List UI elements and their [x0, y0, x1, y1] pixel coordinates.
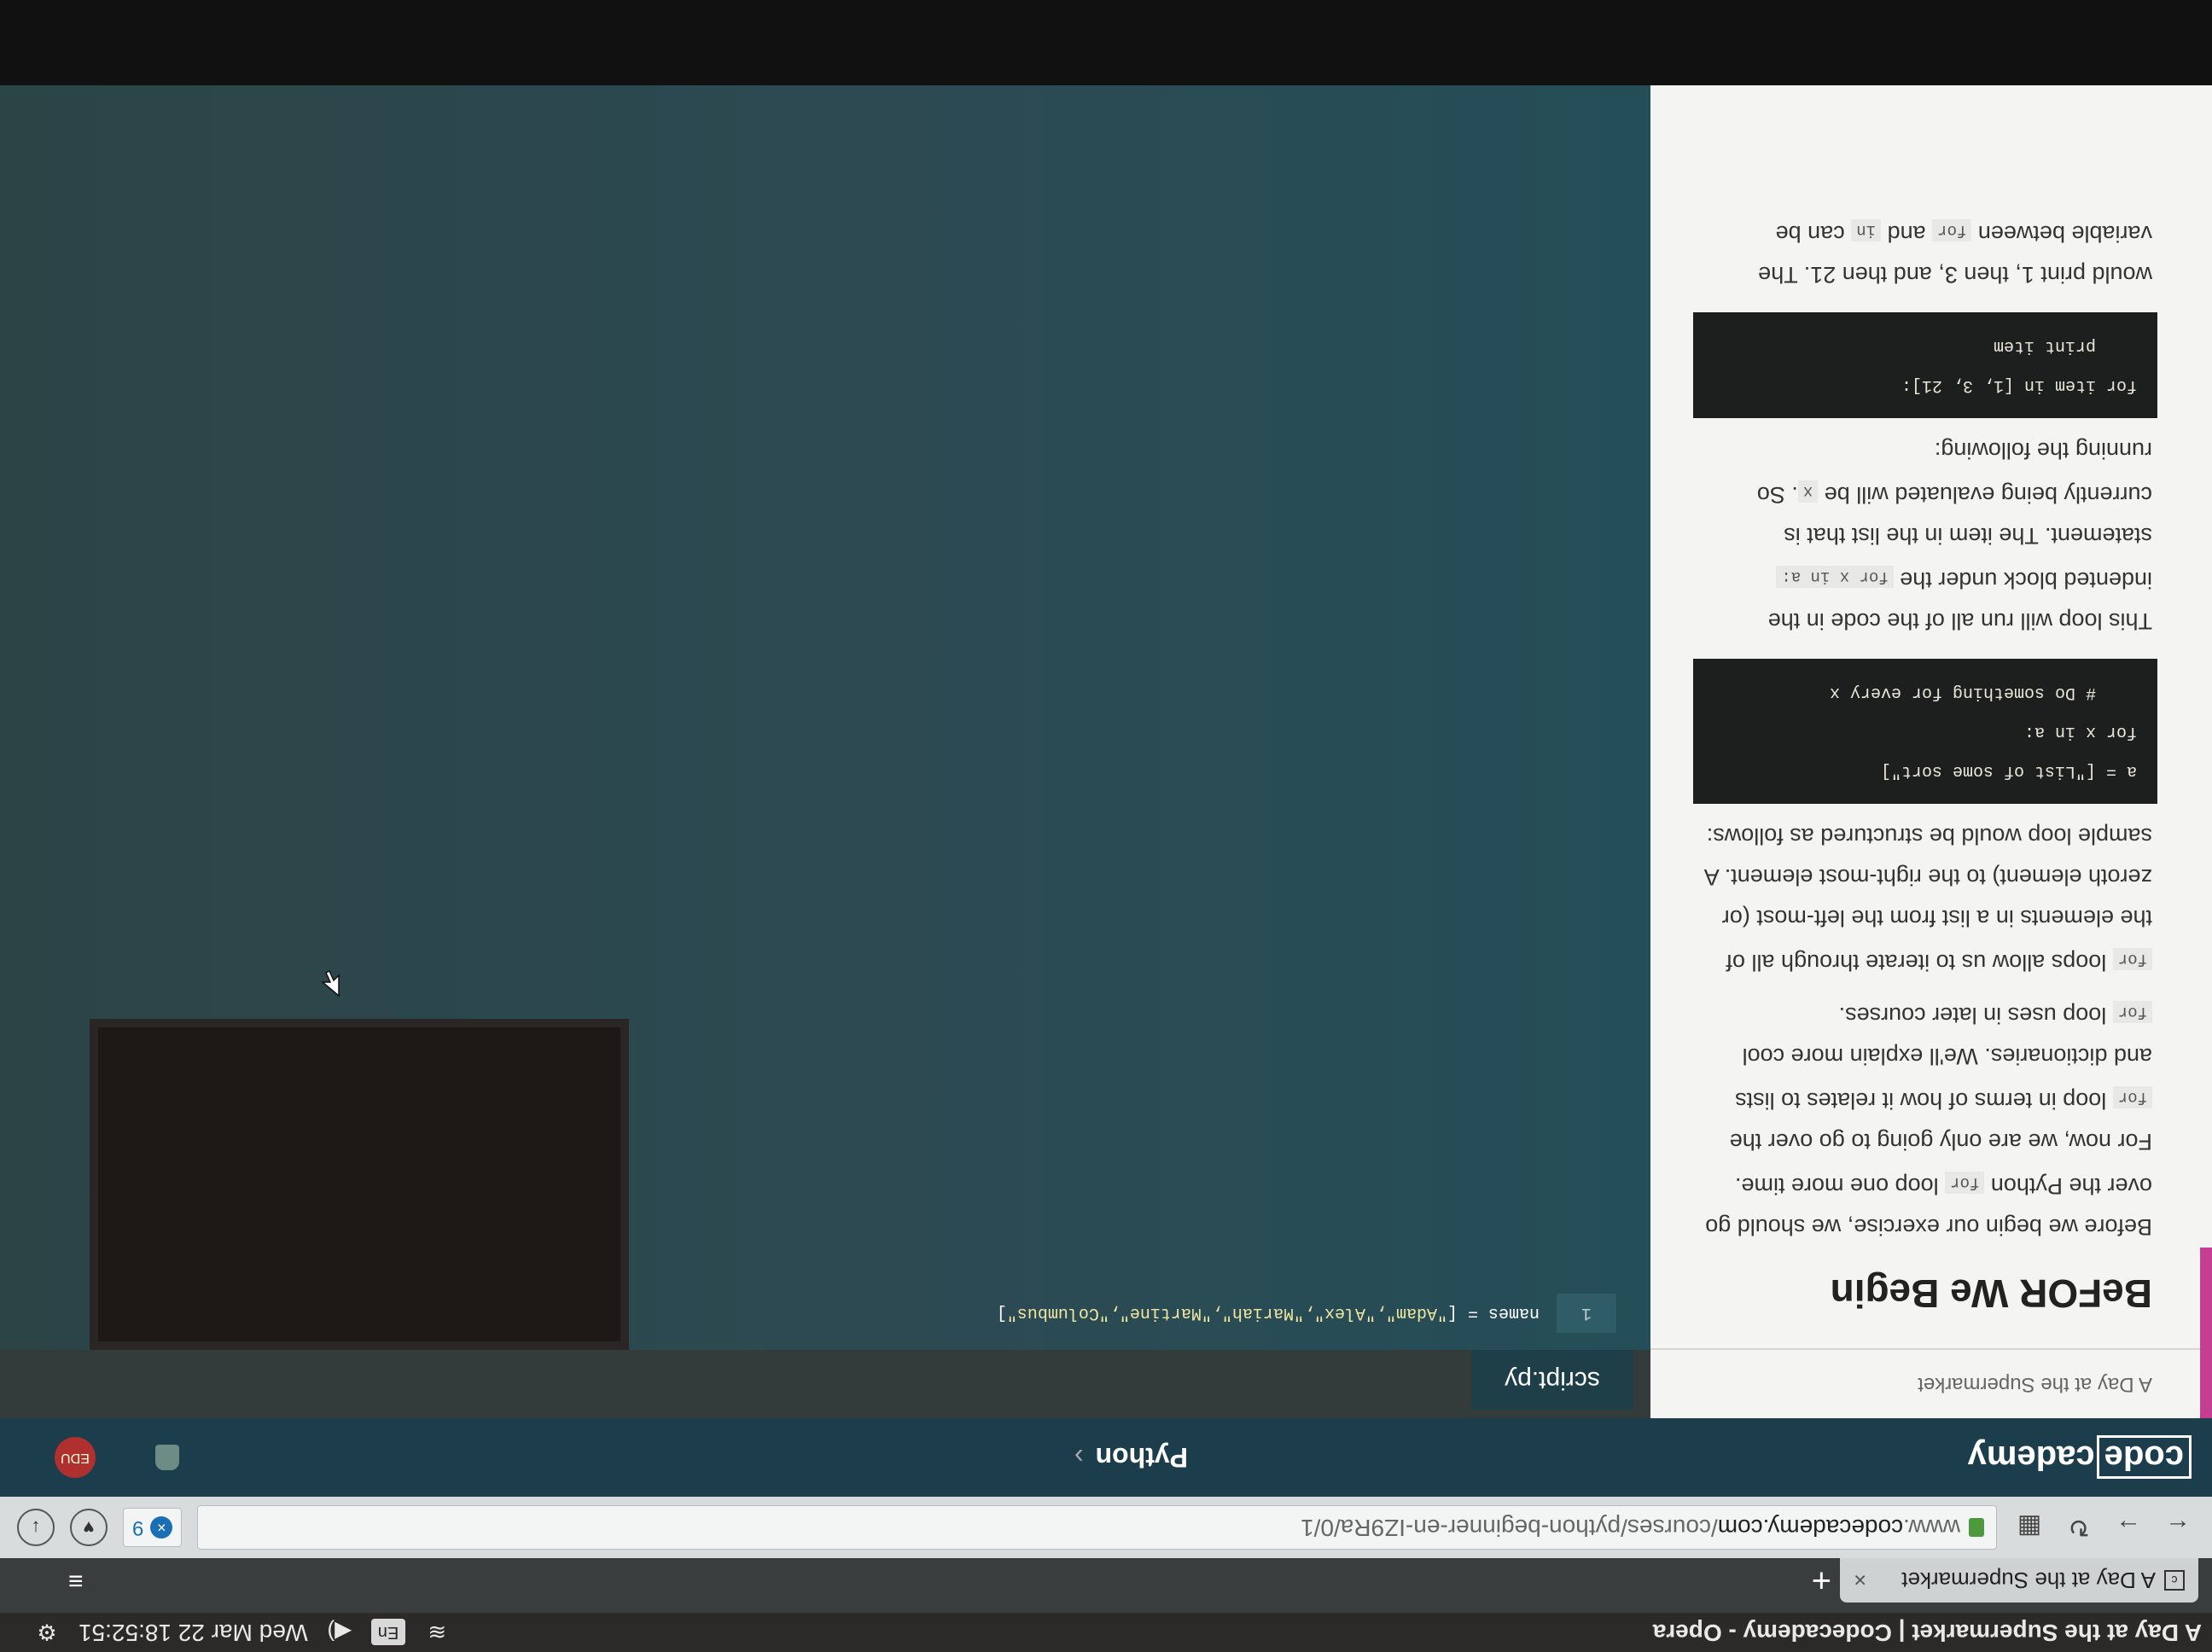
clock[interactable]: Wed Mar 22 18:52:51: [79, 1619, 308, 1646]
code-example: for item in [1, 3, 21]: print item: [1693, 312, 2157, 418]
progress-stripe: [2200, 1248, 2212, 1418]
bell-icon[interactable]: [155, 1445, 179, 1470]
lesson-body: BeFOR We Begin Before we begin our exerc…: [1650, 210, 2212, 1348]
chevron-right-icon: ›: [1074, 1442, 1084, 1474]
line-number: 1: [1557, 1294, 1616, 1333]
tab-menu-icon[interactable]: ≡: [68, 1558, 84, 1603]
code-example: a = ["List of some sort"] for x in a: # …: [1693, 659, 2157, 804]
forward-icon[interactable]: →: [2111, 1513, 2145, 1542]
lesson-paragraph: This loop will run all of the code in th…: [1756, 438, 2152, 634]
lock-icon: [1969, 1518, 1984, 1537]
extension-count: 9: [132, 1516, 144, 1539]
rotated-photo: A Day at the Supermarket | Codecademy - …: [0, 0, 2212, 1652]
codecademy-favicon: c: [2164, 1570, 2185, 1591]
reload-icon[interactable]: ↻: [2062, 1513, 2096, 1543]
url-text: www.codecademy.com/courses/python-beginn…: [1301, 1515, 1960, 1541]
os-top-bar: A Day at the Supermarket | Codecademy - …: [0, 1613, 2212, 1652]
codecademy-header: code cademy Python › EDU: [0, 1418, 2212, 1497]
heart-icon[interactable]: ♥: [70, 1509, 108, 1546]
wifi-icon[interactable]: ≋: [424, 1620, 450, 1646]
new-tab-button[interactable]: +: [1812, 1558, 1831, 1603]
url-field[interactable]: www.codecademy.com/courses/python-beginn…: [197, 1505, 1997, 1550]
output-console[interactable]: [90, 1019, 629, 1350]
tab-title: A Day at the Supermarket: [1901, 1568, 2156, 1594]
back-icon[interactable]: ←: [2161, 1513, 2195, 1542]
download-icon[interactable]: ↓: [17, 1509, 55, 1546]
lesson-paragraph: Before we begin our exercise, we should …: [1705, 1001, 2152, 1240]
screen: A Day at the Supermarket | Codecademy - …: [0, 85, 2212, 1652]
tab-script-py[interactable]: script.py: [1471, 1350, 1633, 1410]
course-title: Python: [1095, 1442, 1188, 1474]
monitor-bezel: A Day at the Supermarket | Codecademy - …: [0, 0, 2212, 1652]
breadcrumb[interactable]: A Day at the Supermarket: [1650, 1348, 2212, 1418]
volume-icon[interactable]: ◀): [327, 1620, 352, 1646]
gear-icon[interactable]: ⚙: [34, 1620, 60, 1646]
address-row: ← → ↻ ▦ www.codecademy.com/courses/pytho…: [0, 1497, 2212, 1558]
extension-badge[interactable]: × 9: [123, 1508, 183, 1547]
close-icon[interactable]: ×: [1854, 1568, 1866, 1594]
avatar[interactable]: EDU: [55, 1437, 96, 1478]
lesson-title: BeFOR We Begin: [1830, 1271, 2152, 1316]
browser-tab-strip: c A Day at the Supermarket × + ≡: [0, 1558, 2212, 1613]
speed-dial-icon[interactable]: ▦: [2012, 1513, 2046, 1543]
window-title: A Day at the Supermarket | Codecademy - …: [1652, 1620, 2202, 1646]
mouse-pointer-icon: [320, 969, 340, 998]
browser-tab[interactable]: c A Day at the Supermarket ×: [1840, 1558, 2198, 1603]
editor-tab-bar: script.py: [0, 1350, 1650, 1418]
lesson-paragraph: for loops allow us to iterate through al…: [1705, 823, 2152, 975]
lesson-paragraph: would print 1, then 3, and then 21. The …: [1758, 219, 2152, 288]
keyboard-lang-indicator[interactable]: En: [370, 1619, 406, 1646]
lesson-panel: A Day at the Supermarket BeFOR We Begin …: [1650, 85, 2212, 1418]
adblock-icon: ×: [150, 1516, 173, 1539]
code-line[interactable]: names = ["Adam","Alex","Mariah","Martine…: [997, 1294, 1540, 1333]
course-nav[interactable]: Python ›: [1074, 1442, 1188, 1474]
codecademy-logo[interactable]: code cademy: [1968, 1435, 2192, 1480]
